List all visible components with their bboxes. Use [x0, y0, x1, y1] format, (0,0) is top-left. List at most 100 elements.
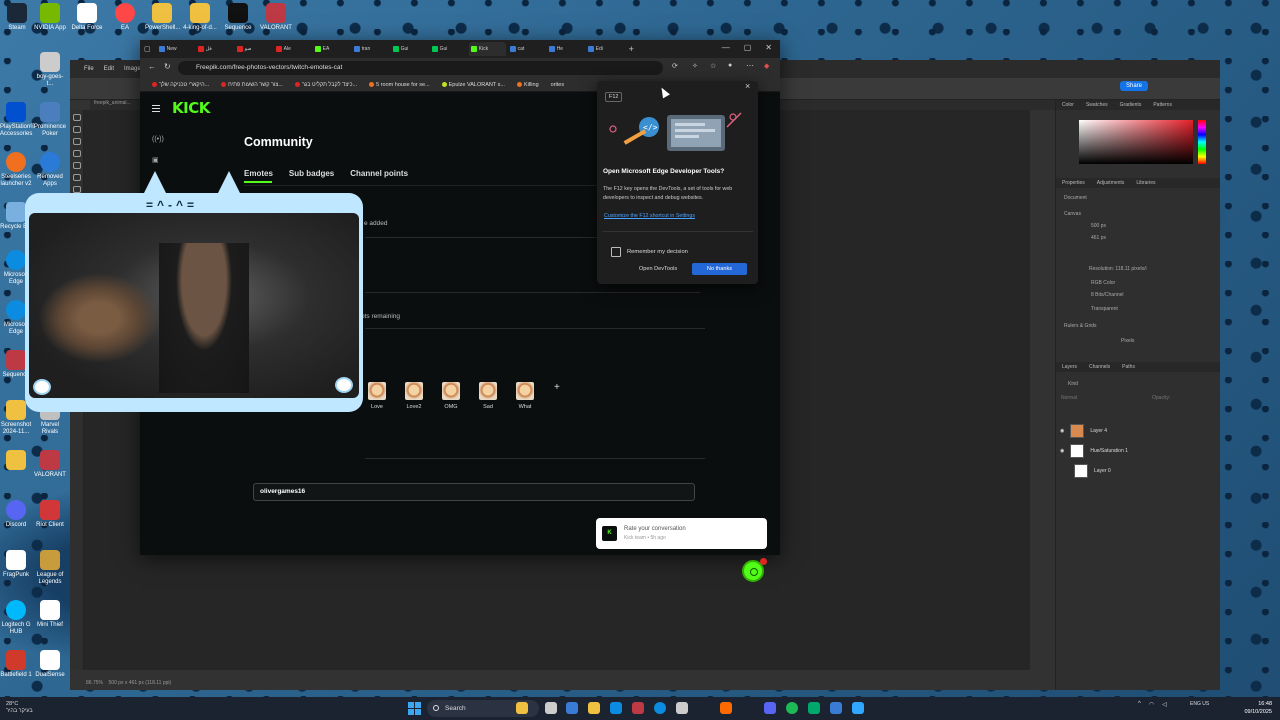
- back-icon[interactable]: ←: [148, 62, 156, 71]
- stamp-tool-icon[interactable]: [72, 186, 81, 193]
- blend-mode[interactable]: Normal: [1061, 395, 1077, 401]
- emote-item[interactable]: What: [515, 382, 535, 410]
- desktop-icon[interactable]: Steelseries launcher v2: [0, 152, 32, 188]
- tray-overflow-icon[interactable]: ^: [1138, 701, 1141, 708]
- layer-filter-kind[interactable]: Kind: [1068, 381, 1078, 387]
- bookmark-item[interactable]: צור קשר השעות פתיח...: [221, 82, 283, 88]
- username-input[interactable]: olivergames16: [253, 483, 695, 501]
- crop-tool-icon[interactable]: [72, 150, 81, 157]
- more-menu-icon[interactable]: ⋯: [746, 61, 754, 70]
- desktop-icon[interactable]: EA: [108, 3, 142, 32]
- photoshop-icon[interactable]: [852, 702, 864, 714]
- desktop-icon[interactable]: Battlefield 1: [0, 650, 32, 679]
- ps-menu-image[interactable]: Image: [124, 66, 141, 72]
- tab-gradients[interactable]: Gradients: [1120, 100, 1142, 110]
- browser-tab[interactable]: cat: [508, 42, 545, 56]
- desktop-icon[interactable]: VALORANT: [34, 450, 66, 479]
- eye-icon[interactable]: ◉: [1060, 448, 1064, 454]
- start-button[interactable]: [408, 702, 421, 715]
- brave-icon[interactable]: [720, 702, 732, 714]
- taskbar-app-icon[interactable]: [566, 702, 578, 714]
- ps-share-button[interactable]: Share: [1120, 81, 1148, 91]
- no-thanks-button[interactable]: No thanks: [692, 263, 747, 275]
- language-indicator[interactable]: ENG US: [1190, 701, 1209, 708]
- marquee-tool-icon[interactable]: [72, 126, 81, 133]
- emote-item[interactable]: Sad: [478, 382, 498, 410]
- desktop-icon[interactable]: League of Legends: [34, 550, 66, 586]
- favorites-icon[interactable]: ☆: [710, 62, 716, 70]
- browser-tab[interactable]: tran: [352, 42, 389, 56]
- layer-row[interactable]: ◉ Layer 4: [1056, 421, 1216, 441]
- minimize-icon[interactable]: —: [722, 43, 730, 52]
- tab-channels[interactable]: Channels: [1089, 362, 1110, 372]
- tab-properties[interactable]: Properties: [1062, 178, 1085, 188]
- taskbar-app-icon[interactable]: [610, 702, 622, 714]
- ruler-units[interactable]: Pixels: [1121, 338, 1134, 344]
- browser-tab-active[interactable]: Kick: [468, 42, 506, 56]
- desktop-icon[interactable]: PlayStation® Accessories: [0, 102, 35, 138]
- discord-icon[interactable]: [764, 702, 776, 714]
- tab-color[interactable]: Color: [1062, 100, 1074, 110]
- customize-shortcut-link[interactable]: Customize the F12 shortcut in Settings: [604, 213, 695, 219]
- brush-tool-icon[interactable]: [72, 174, 81, 181]
- browser-tab[interactable]: Gui: [430, 42, 467, 56]
- refresh-icon[interactable]: ↻: [164, 62, 171, 71]
- browser-tab[interactable]: EA: [313, 42, 350, 56]
- desktop-icon[interactable]: DualSense: [34, 650, 66, 679]
- desktop-icon[interactable]: [0, 450, 32, 472]
- color-picker-field[interactable]: [1079, 120, 1193, 164]
- new-tab-button[interactable]: +: [629, 44, 634, 54]
- color-mode[interactable]: RGB Color: [1091, 280, 1115, 286]
- eye-icon[interactable]: ◉: [1060, 428, 1064, 434]
- taskbar-app-icon[interactable]: [830, 702, 842, 714]
- browser-tab[interactable]: Ale: [274, 42, 311, 56]
- browser-tab[interactable]: Gui: [391, 42, 428, 56]
- desktop-icon[interactable]: VALORANT: [259, 3, 293, 32]
- bookmark-item[interactable]: Killing: [516, 82, 539, 88]
- tab-adjustments[interactable]: Adjustments: [1097, 178, 1125, 188]
- valorant-icon[interactable]: [632, 702, 644, 714]
- tab-sub-badges[interactable]: Sub badges: [289, 169, 334, 178]
- tab-emotes[interactable]: Emotes: [244, 169, 273, 183]
- layer-row[interactable]: Layer 0: [1056, 461, 1216, 481]
- desktop-icon[interactable]: Mini Thief: [34, 600, 66, 629]
- workspaces-icon[interactable]: ▢: [144, 45, 151, 53]
- desktop-icon[interactable]: boy-goes-t...: [34, 52, 66, 88]
- bookmark-item[interactable]: orites: [551, 82, 564, 88]
- edge-icon[interactable]: [654, 702, 666, 714]
- open-devtools-button[interactable]: Open DevTools: [632, 263, 684, 275]
- copilot-icon[interactable]: ◆: [764, 62, 769, 70]
- close-icon[interactable]: ×: [745, 81, 750, 91]
- browser-tab[interactable]: صو: [235, 42, 272, 56]
- canvas-height[interactable]: 461 px: [1091, 235, 1106, 241]
- browser-tab[interactable]: New: [157, 42, 194, 56]
- weather-widget[interactable]: 28°C בעיקר בהיר: [6, 701, 33, 715]
- bookmark-item[interactable]: 5 room house for se...: [369, 82, 430, 88]
- file-explorer-icon[interactable]: [588, 702, 600, 714]
- rate-conversation-toast[interactable]: K Rate your conversation Kick team • 5h …: [596, 518, 767, 549]
- bookmark-item[interactable]: Epulze VALORANT s...: [441, 82, 505, 88]
- desktop-icon[interactable]: Discord: [0, 500, 32, 529]
- task-view-icon[interactable]: [545, 702, 557, 714]
- volume-icon[interactable]: ◁: [1162, 701, 1167, 708]
- bit-depth[interactable]: 8 Bits/Channel: [1091, 292, 1124, 298]
- remember-decision-label[interactable]: Remember my decision: [627, 249, 688, 255]
- profile-icon[interactable]: ●: [728, 62, 732, 69]
- broadcast-icon[interactable]: ((•)): [152, 136, 164, 143]
- desktop-icon[interactable]: 4-king-of-d...: [183, 3, 217, 32]
- eyedropper-tool-icon[interactable]: [72, 162, 81, 169]
- taskbar-app-icon[interactable]: [676, 702, 688, 714]
- clock[interactable]: 16:48 09/10/2025: [1236, 700, 1272, 716]
- tab-libraries[interactable]: Libraries: [1136, 178, 1155, 188]
- dashboard-icon[interactable]: ▣: [152, 156, 159, 164]
- taskbar-app-icon[interactable]: [516, 702, 528, 714]
- wifi-icon[interactable]: ◠: [1149, 701, 1154, 708]
- tab-layers[interactable]: Layers: [1062, 362, 1077, 372]
- canvas-width[interactable]: 500 px: [1091, 223, 1106, 229]
- tab-patterns[interactable]: Patterns: [1153, 100, 1172, 110]
- desktop-icon[interactable]: Prominence Poker: [34, 102, 66, 138]
- extensions-icon[interactable]: ✧: [692, 62, 698, 70]
- ps-menu-edit[interactable]: Edit: [104, 66, 114, 72]
- desktop-icon[interactable]: Removed Apps: [34, 152, 66, 188]
- desktop-icon[interactable]: Delta Force: [70, 3, 104, 32]
